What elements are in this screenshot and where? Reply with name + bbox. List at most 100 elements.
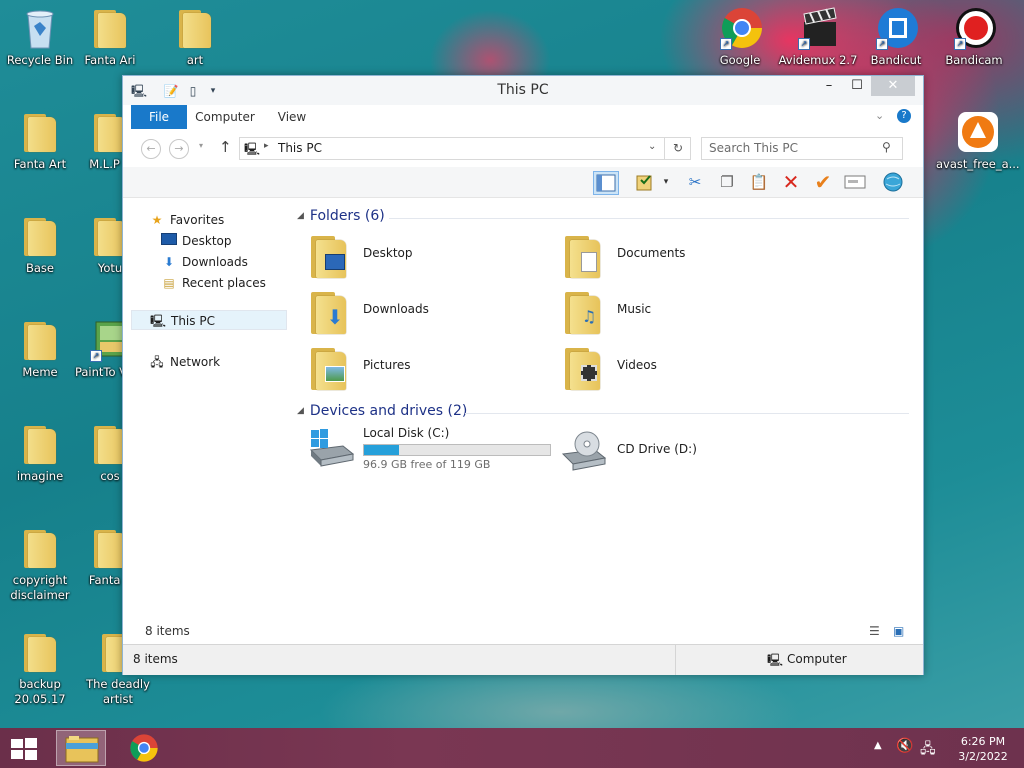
recent-places-icon: ▤ (163, 276, 175, 290)
desktop-icon-bandicut[interactable]: ↗ Bandicut (856, 6, 936, 68)
desktop-icon-folder[interactable]: Meme (0, 318, 80, 380)
up-button[interactable]: ↑ (219, 138, 232, 156)
clock-time: 6:26 PM (960, 735, 1006, 748)
paste-icon[interactable]: 📋 (747, 171, 771, 193)
download-arrow-icon: ⬇ (163, 255, 175, 269)
group-divider (465, 413, 909, 414)
folder-icon (20, 214, 60, 258)
address-bar[interactable]: 🖳 ▸ This PC ⌄ ↻ (239, 137, 691, 160)
select-dropdown-icon[interactable]: ▾ (659, 171, 673, 193)
maximize-button[interactable]: ☐ (843, 76, 871, 96)
windows-logo-icon (11, 738, 37, 760)
folder-icon (20, 318, 60, 362)
volume-muted-icon[interactable]: 🔇 (896, 738, 913, 754)
search-icon[interactable]: ⚲ (882, 140, 891, 154)
nav-network[interactable]: 🖧 Network (149, 352, 220, 372)
desktop-icon-folder[interactable]: Base (0, 214, 80, 276)
group-header-folders[interactable]: ◢ Folders (6) (297, 208, 385, 228)
clock[interactable]: 6:26 PM 3/2/2022 (948, 734, 1018, 764)
nav-this-pc[interactable]: 🖳 This PC (131, 310, 287, 330)
folder-tile-music[interactable]: ♫ Music (547, 286, 787, 338)
nav-recent-places[interactable]: ▤ Recent places (161, 273, 266, 293)
status-item-count: 8 items (133, 652, 178, 666)
taskbar-chrome[interactable] (126, 732, 162, 764)
taskbar: ▲ 🔇 🖧 6:26 PM 3/2/2022 (0, 728, 1024, 768)
title-bar[interactable]: 🖳 📝 ▯ ▾ This PC – ☐ ✕ (123, 76, 923, 105)
nav-favorites[interactable]: ★ Favorites (149, 210, 225, 230)
start-button[interactable] (10, 737, 38, 761)
breadcrumb-this-pc[interactable]: This PC (278, 141, 322, 155)
nav-desktop[interactable]: Desktop (161, 231, 232, 251)
preview-pane-button[interactable] (593, 171, 619, 195)
navigation-pane: ★ Favorites Desktop ⬇ Downloads ▤ Recent pl… (131, 198, 291, 638)
tab-file[interactable]: File (131, 105, 187, 129)
computer-icon: 🖳 (150, 314, 167, 328)
drive-tile-c[interactable]: Local Disk (C:) 96.9 GB free of 119 GB (293, 426, 553, 476)
status-location: Computer (787, 652, 847, 666)
network-status-icon[interactable]: 🖧 (920, 738, 936, 762)
desktop-icon-folder[interactable]: art (155, 6, 235, 68)
help-icon[interactable]: ? (897, 109, 911, 123)
expand-ribbon-icon[interactable]: ⌄ (875, 109, 884, 122)
desktop-icon-avast-installer[interactable]: avast_free_a... (936, 110, 1020, 172)
rename-icon[interactable] (843, 171, 867, 193)
status-bar: 8 items 🖳 Computer (123, 644, 923, 675)
chrome-icon: ↗ (720, 6, 762, 50)
refresh-icon[interactable]: ↻ (664, 138, 691, 159)
item-count: 8 items (145, 624, 190, 638)
folder-tile-pictures[interactable]: Pictures (293, 342, 533, 394)
tab-computer[interactable]: Computer (193, 105, 257, 129)
folder-tile-desktop[interactable]: Desktop (293, 230, 533, 282)
desktop-icon-bandicam[interactable]: ↗ Bandicam (934, 6, 1014, 68)
clapperboard-icon: ↗ (798, 6, 838, 50)
folder-pictures-icon (307, 344, 351, 392)
delete-icon[interactable]: ✕ (779, 171, 803, 193)
desktop-icon-folder[interactable]: backup 20.05.17 (0, 630, 80, 707)
close-button[interactable]: ✕ (871, 76, 915, 96)
desktop-icon-folder[interactable]: Fanta Art (0, 110, 80, 172)
folder-tile-documents[interactable]: Documents (547, 230, 787, 282)
back-button[interactable]: ← (141, 139, 161, 159)
desktop-icon-avidemux[interactable]: ↗ Avidemux 2.7 (778, 6, 858, 68)
desktop-icon-google-chrome[interactable]: ↗ Google (700, 6, 780, 68)
copy-icon[interactable]: ❐ (715, 171, 739, 193)
desktop-icon-folder[interactable]: Fanta Ari (70, 6, 150, 68)
large-icons-view-icon[interactable]: ▣ (893, 624, 904, 638)
computer-icon: 🖳 (244, 142, 261, 156)
disk-usage-bar (363, 444, 551, 456)
show-hidden-icons-button[interactable]: ▲ (874, 740, 882, 751)
desktop-icon-folder[interactable]: imagine (0, 422, 80, 484)
clock-date: 3/2/2022 (958, 750, 1008, 763)
folder-tile-downloads[interactable]: ⬇ Downloads (293, 286, 533, 338)
cut-icon[interactable]: ✂ (683, 171, 707, 193)
nav-downloads[interactable]: ⬇ Downloads (161, 252, 248, 272)
explorer-window[interactable]: 🖳 📝 ▯ ▾ This PC – ☐ ✕ File Computer View… (122, 75, 924, 675)
folder-videos-icon (561, 344, 605, 392)
address-dropdown-icon[interactable]: ⌄ (648, 141, 656, 152)
folder-icon (20, 630, 60, 674)
tab-view[interactable]: View (269, 105, 315, 129)
globe-icon[interactable] (881, 171, 905, 193)
drive-d-name: CD Drive (D:) (617, 442, 697, 456)
group-header-devices[interactable]: ◢ Devices and drives (2) (297, 403, 467, 423)
recent-locations-icon[interactable]: ▾ (199, 141, 203, 150)
search-input[interactable]: Search This PC ⚲ (701, 137, 903, 160)
cd-drive-icon (561, 428, 607, 476)
folder-icon (175, 6, 215, 50)
shortcut-arrow-icon: ↗ (876, 38, 888, 50)
folder-tile-videos[interactable]: Videos (547, 342, 787, 394)
taskbar-file-explorer[interactable] (56, 730, 106, 766)
select-folder-icon[interactable] (633, 171, 657, 193)
desktop-icon-recycle-bin[interactable]: Recycle Bin (0, 6, 80, 68)
breadcrumb-chevron-icon[interactable]: ▸ (264, 141, 269, 151)
details-view-icon[interactable]: ☰ (869, 624, 880, 638)
minimize-button[interactable]: – (815, 76, 843, 96)
checkmark-icon[interactable]: ✔ (811, 171, 835, 193)
forward-button[interactable]: → (169, 139, 189, 159)
drive-tile-d[interactable]: CD Drive (D:) (547, 426, 787, 478)
window-title: This PC (497, 82, 549, 98)
desktop-icon (161, 231, 177, 251)
desktop-icon-folder[interactable]: copyright disclaimer (0, 526, 80, 603)
command-toolbar: ▾ ✂ ❐ 📋 ✕ ✔ (123, 167, 923, 198)
collapse-triangle-icon: ◢ (297, 211, 304, 221)
